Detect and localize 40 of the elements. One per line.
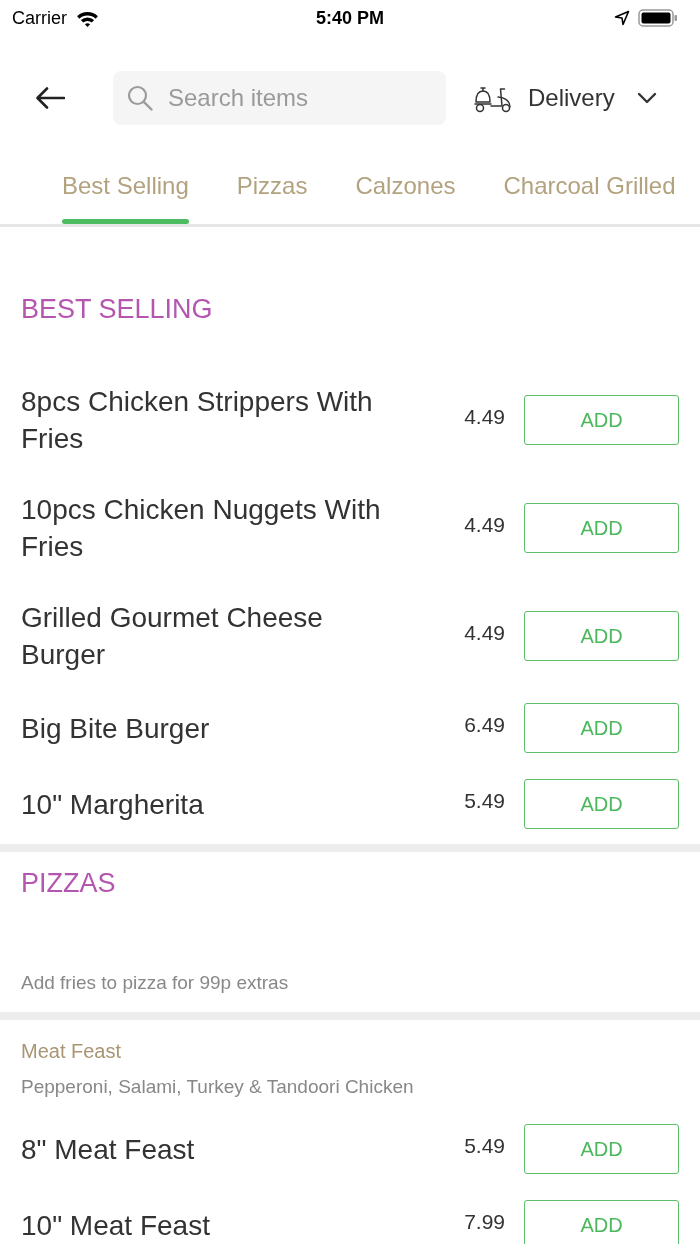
category-tab[interactable]: Calzones xyxy=(344,161,467,224)
add-button[interactable]: ADD xyxy=(524,703,679,753)
category-tab[interactable]: Charcoal Grilled xyxy=(492,161,687,224)
item-name: Grilled Gourmet Cheese Burger xyxy=(21,601,324,672)
group-description: Pepperoni, Salami, Turkey & Tandoori Chicken xyxy=(20,1075,415,1099)
battery-icon xyxy=(638,9,678,27)
item-price: 6.49 xyxy=(464,712,505,738)
section-heading: PIZZAS xyxy=(20,867,117,900)
add-button[interactable]: ADD xyxy=(524,395,679,445)
item-price: 4.49 xyxy=(464,620,505,646)
item-price: 4.49 xyxy=(464,404,505,430)
group-title: Meat Feast xyxy=(20,1039,123,1064)
delivery-dropdown[interactable]: Delivery xyxy=(473,76,657,120)
carrier-label: Carrier xyxy=(12,7,67,29)
search-field[interactable]: Search items xyxy=(113,71,446,125)
item-price: 5.49 xyxy=(464,788,505,814)
chevron-down-icon xyxy=(636,92,657,104)
add-button[interactable]: ADD xyxy=(524,779,679,829)
section-note: Add fries to pizza for 99p extras xyxy=(20,971,290,995)
search-icon xyxy=(127,85,153,111)
item-price: 7.99 xyxy=(464,1209,505,1235)
item-name: 10" Margherita xyxy=(21,787,205,822)
item-price: 4.49 xyxy=(464,512,505,538)
wifi-icon xyxy=(76,9,99,27)
item-name: 8pcs Chicken Strippers With Fries xyxy=(21,385,374,456)
add-button[interactable]: ADD xyxy=(524,503,679,553)
add-button[interactable]: ADD xyxy=(524,1124,679,1174)
item-price: 5.49 xyxy=(464,1133,505,1159)
item-name: 8" Meat Feast xyxy=(21,1132,196,1167)
section-heading: BEST SELLING xyxy=(20,293,214,326)
category-tab[interactable]: Best Selling xyxy=(51,161,200,224)
item-name: 10" Meat Feast xyxy=(21,1208,211,1243)
add-button[interactable]: ADD xyxy=(524,611,679,661)
location-arrow-icon xyxy=(614,10,630,26)
back-arrow-icon xyxy=(35,86,65,110)
status-time: 5:40 PM xyxy=(316,7,384,29)
add-button[interactable]: ADD xyxy=(524,1200,679,1244)
item-name: 10pcs Chicken Nuggets With Fries xyxy=(21,493,382,564)
category-tab[interactable]: Pizzas xyxy=(225,161,319,224)
item-name: Big Bite Burger xyxy=(21,711,211,746)
